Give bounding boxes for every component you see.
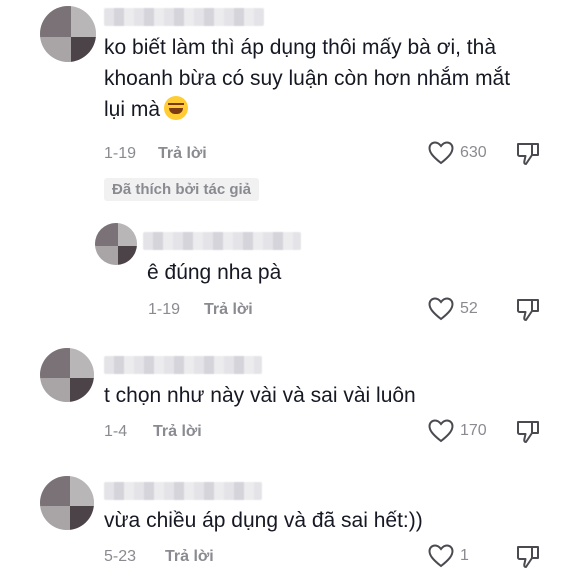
- reply-button[interactable]: Trả lời: [158, 145, 207, 163]
- like-button[interactable]: 170: [428, 419, 487, 443]
- avatar[interactable]: [95, 223, 137, 265]
- comment-text: vừa chiều áp dụng và đã sai hết:)): [104, 509, 423, 532]
- comment-date: 1-19: [148, 301, 181, 318]
- like-count: 170: [460, 422, 487, 439]
- comment-date: 5-23: [104, 548, 137, 565]
- thumbs-down-icon[interactable]: [515, 419, 541, 445]
- avatar[interactable]: [40, 348, 94, 402]
- like-count: 52: [460, 300, 478, 317]
- heart-outline-icon: [428, 297, 454, 321]
- comment-date: 1-19: [104, 145, 137, 162]
- like-count: 1: [460, 547, 469, 564]
- reply-button[interactable]: Trả lời: [204, 301, 253, 319]
- username-blurred[interactable]: [104, 482, 262, 500]
- like-button[interactable]: 52: [428, 297, 478, 321]
- username-blurred[interactable]: [104, 356, 262, 374]
- like-button[interactable]: 630: [428, 141, 487, 165]
- reply-button[interactable]: Trả lời: [165, 548, 214, 566]
- comment-text: ko biết làm thì áp dụng thôi mấy bà ơi, …: [104, 36, 511, 121]
- username-blurred[interactable]: [143, 232, 301, 250]
- thumbs-down-icon[interactable]: [515, 141, 541, 167]
- avatar[interactable]: [40, 6, 96, 62]
- comment-text: ê đúng nha pà: [147, 261, 282, 284]
- like-count: 630: [460, 144, 487, 161]
- liked-by-author-badge: Đã thích bởi tác giả: [104, 178, 260, 201]
- thumbs-down-icon[interactable]: [515, 297, 541, 323]
- heart-outline-icon: [428, 419, 454, 443]
- like-button[interactable]: 1: [428, 544, 469, 568]
- comment-date: 1-4: [104, 423, 128, 440]
- heart-outline-icon: [428, 544, 454, 568]
- username-blurred[interactable]: [104, 8, 264, 26]
- avatar[interactable]: [40, 476, 94, 530]
- comment-text: t chọn như này vài và sai vài luôn: [104, 384, 416, 407]
- heart-outline-icon: [428, 141, 454, 165]
- thumbs-down-icon[interactable]: [515, 544, 541, 570]
- laughing-emoji-icon: [164, 96, 189, 120]
- reply-button[interactable]: Trả lời: [153, 423, 202, 441]
